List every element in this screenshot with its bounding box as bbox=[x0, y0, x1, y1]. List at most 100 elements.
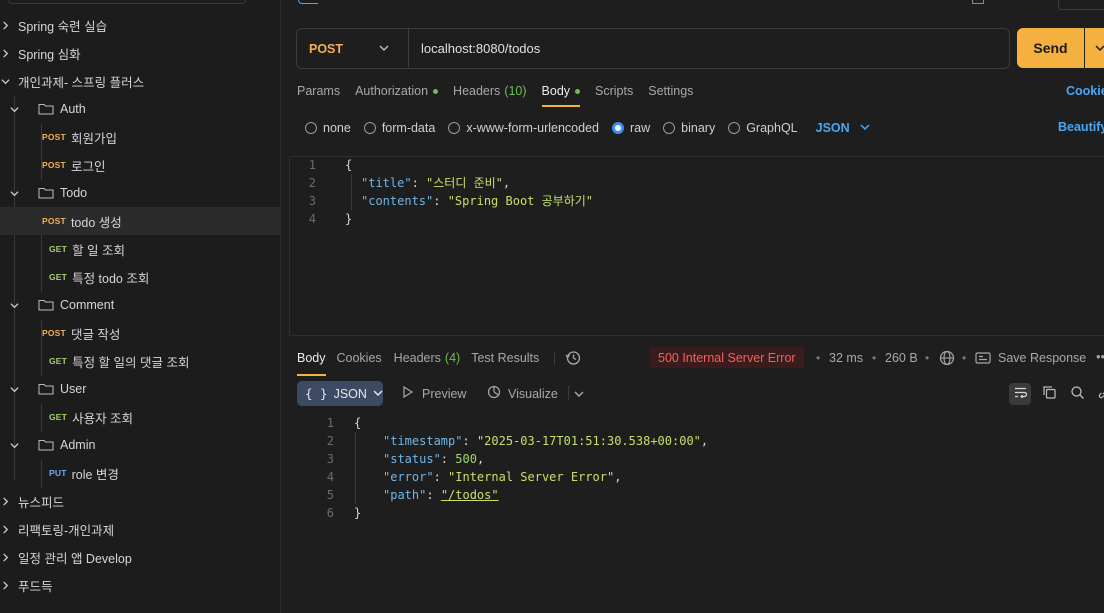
tab-body[interactable]: Body bbox=[541, 80, 581, 107]
sidebar-collection[interactable]: 뉴스피드 bbox=[0, 487, 281, 515]
sidebar-request[interactable]: GET 할 일 조회 bbox=[0, 235, 281, 263]
response-size[interactable]: 260 B bbox=[885, 351, 918, 365]
radio-circle[interactable] bbox=[728, 122, 741, 134]
body-type-options: none form-data x-www-form-urlencoded raw… bbox=[305, 119, 870, 137]
more-icon[interactable]: ••• bbox=[1096, 349, 1104, 364]
sidebar-search-edge[interactable] bbox=[8, 0, 246, 4]
sidebar-folder[interactable]: Todo bbox=[0, 179, 281, 207]
wrap-lines-button[interactable] bbox=[1009, 383, 1031, 405]
chevron-down-icon[interactable] bbox=[9, 384, 19, 394]
status-badge[interactable]: 500 Internal Server Error bbox=[650, 347, 804, 368]
sidebar-collection[interactable]: 일정 관리 앱 Develop bbox=[0, 543, 281, 571]
chevron-right-icon[interactable] bbox=[0, 580, 10, 590]
chevron-down-icon[interactable] bbox=[9, 188, 19, 198]
send-button[interactable]: Send bbox=[1017, 28, 1084, 68]
radio-circle[interactable] bbox=[363, 122, 376, 134]
tab-authorization[interactable]: Authorization bbox=[355, 80, 439, 102]
back-arrow-icon[interactable] bbox=[298, 0, 318, 4]
save-response-button[interactable]: Save Response bbox=[975, 350, 1086, 366]
sidebar-folder[interactable]: Comment bbox=[0, 291, 281, 319]
method-select[interactable]: POST bbox=[297, 29, 409, 68]
tab-label: Scripts bbox=[595, 84, 634, 98]
sidebar-request[interactable]: PUT role 변경 bbox=[0, 459, 281, 487]
url-input[interactable]: localhost:8080/todos bbox=[409, 41, 540, 56]
preview-button[interactable]: Preview bbox=[401, 385, 466, 402]
chevron-down-icon[interactable] bbox=[574, 389, 584, 399]
method-badge: POST bbox=[42, 216, 66, 226]
tab-response-cookies[interactable]: Cookies bbox=[337, 347, 382, 369]
chevron-right-icon[interactable] bbox=[0, 552, 10, 562]
radio-label: none bbox=[323, 121, 351, 135]
radio-none[interactable]: none bbox=[305, 121, 351, 135]
sidebar-collection[interactable]: 리팩토링-개인과제 bbox=[0, 515, 281, 543]
chevron-down-icon[interactable] bbox=[9, 104, 19, 114]
sidebar-request[interactable]: GET 사용자 조회 bbox=[0, 403, 281, 431]
sidebar-collection[interactable]: Spring 심화 bbox=[0, 39, 281, 67]
response-format-select[interactable]: { } JSON bbox=[297, 381, 383, 406]
radio-circle[interactable] bbox=[663, 122, 676, 134]
radio-graphql[interactable]: GraphQL bbox=[728, 121, 798, 135]
search-button[interactable] bbox=[1066, 383, 1088, 405]
sidebar-folder[interactable]: Auth bbox=[0, 95, 281, 123]
sidebar-request[interactable]: POST 댓글 작성 bbox=[0, 319, 281, 347]
chevron-right-icon[interactable] bbox=[0, 524, 10, 534]
sidebar-collection[interactable]: 푸드득 bbox=[0, 571, 281, 599]
link-button[interactable] bbox=[1093, 383, 1104, 405]
braces-icon: { } bbox=[305, 386, 328, 401]
sidebar-request[interactable]: POST 회원가입 bbox=[0, 123, 281, 151]
radio-form-data[interactable]: form-data bbox=[363, 121, 435, 135]
line-number: 5 bbox=[326, 488, 334, 502]
chevron-right-icon[interactable] bbox=[0, 496, 10, 506]
radio-urlencoded[interactable]: x-www-form-urlencoded bbox=[448, 121, 599, 135]
json-number: 500 bbox=[455, 452, 477, 466]
tab-count: (4) bbox=[444, 351, 461, 365]
tab-params[interactable]: Params bbox=[297, 80, 340, 102]
sidebar-collection[interactable]: Spring 숙련 실습 bbox=[0, 11, 281, 39]
chevron-down-icon[interactable] bbox=[0, 76, 10, 86]
format-select[interactable]: JSON bbox=[816, 121, 870, 135]
sidebar-request[interactable]: POST 로그인 bbox=[0, 151, 281, 179]
sidebar-request[interactable]: GET 특정 todo 조회 bbox=[0, 263, 281, 291]
history-icon[interactable] bbox=[565, 350, 581, 366]
sidebar-collection[interactable]: 개인과제- 스프링 플러스 bbox=[0, 67, 281, 95]
wrap-icon bbox=[1013, 385, 1028, 403]
cookies-link[interactable]: Cookies bbox=[1066, 84, 1104, 98]
visualize-button[interactable]: Visualize bbox=[487, 385, 558, 402]
send-dropdown-button[interactable] bbox=[1085, 28, 1104, 68]
globe-icon[interactable] bbox=[939, 350, 955, 366]
copy-button[interactable] bbox=[1038, 383, 1060, 405]
json-link[interactable]: "/todos" bbox=[441, 488, 499, 502]
tab-scripts[interactable]: Scripts bbox=[595, 80, 633, 102]
tab-response-body[interactable]: Body bbox=[297, 347, 326, 376]
sidebar-folder[interactable]: Admin bbox=[0, 431, 281, 459]
radio-circle[interactable] bbox=[305, 122, 317, 134]
request-tabs: Params Authorization Headers (10) Body Sc… bbox=[297, 80, 708, 107]
sidebar-request-selected[interactable]: POST todo 생성 bbox=[0, 207, 281, 235]
sidebar-request[interactable]: GET 특정 할 일의 댓글 조회 bbox=[0, 347, 281, 375]
json-punct: , bbox=[614, 470, 622, 484]
top-right-control[interactable] bbox=[1058, 0, 1104, 10]
chevron-down-icon[interactable] bbox=[9, 440, 19, 450]
chevron-right-icon[interactable] bbox=[0, 48, 10, 58]
sidebar-folder[interactable]: User bbox=[0, 375, 281, 403]
status-dot bbox=[575, 88, 581, 94]
tab-test-results[interactable]: Test Results bbox=[471, 347, 539, 369]
method-badge: POST bbox=[42, 160, 66, 170]
radio-circle-selected[interactable] bbox=[612, 122, 624, 134]
chevron-down-icon[interactable] bbox=[9, 300, 19, 310]
save-icon[interactable] bbox=[972, 0, 984, 4]
tab-response-headers[interactable]: Headers (4) bbox=[394, 347, 461, 369]
beautify-link[interactable]: Beautify bbox=[1058, 120, 1104, 134]
radio-binary[interactable]: binary bbox=[663, 121, 715, 135]
radio-label: x-www-form-urlencoded bbox=[466, 121, 599, 135]
radio-circle[interactable] bbox=[448, 122, 461, 134]
tab-settings[interactable]: Settings bbox=[648, 80, 693, 102]
chevron-right-icon[interactable] bbox=[0, 20, 10, 30]
code-brace: } bbox=[354, 506, 362, 520]
tab-headers[interactable]: Headers (10) bbox=[453, 80, 526, 102]
tab-label: Headers bbox=[393, 351, 441, 365]
line-number: 1 bbox=[326, 416, 334, 430]
method-badge: GET bbox=[49, 244, 68, 254]
response-time[interactable]: 32 ms bbox=[829, 351, 863, 365]
radio-raw[interactable]: raw bbox=[612, 121, 650, 135]
